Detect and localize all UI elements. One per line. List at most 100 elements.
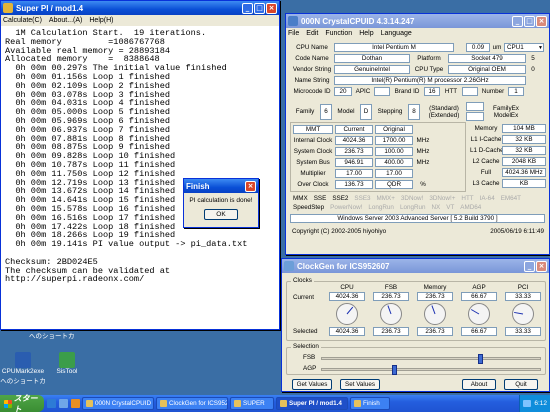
minimize-button[interactable]: _ bbox=[242, 2, 253, 14]
finish-title: Finish bbox=[186, 181, 210, 191]
cache-row: Full 4024.36 MHz bbox=[470, 168, 546, 177]
menu-language[interactable]: Language bbox=[381, 30, 412, 37]
get-values-button[interactable]: Get Values bbox=[292, 379, 332, 390]
feature-flag-on: SSE bbox=[313, 195, 327, 202]
ok-button[interactable]: OK bbox=[204, 209, 238, 220]
crystalcpuid-titlebar[interactable]: 000N CrystalCPUID 4.3.14.247 _ □ × bbox=[286, 14, 549, 28]
menu-help[interactable]: Help bbox=[359, 30, 373, 37]
clock-column-agp: AGP 66.67 66.67 bbox=[459, 284, 499, 340]
clock-row-label: System Bus bbox=[296, 159, 330, 166]
clock-row-original: 17.00 bbox=[375, 169, 413, 178]
feature-flag-off: IA-64 bbox=[479, 195, 495, 202]
process-value: 0.09 bbox=[466, 43, 490, 52]
cpu-name-label: CPU Name bbox=[296, 44, 328, 51]
taskbar-button[interactable]: ClockGen for ICS952... bbox=[156, 397, 228, 410]
clock-row-unit: MHz bbox=[416, 159, 430, 166]
start-button[interactable]: スタート bbox=[0, 394, 44, 412]
minimize-button[interactable]: _ bbox=[512, 15, 523, 27]
cache-row-label: Full bbox=[480, 169, 492, 176]
taskbar-app-icon bbox=[280, 400, 287, 407]
cache-row-label: L3 Cache bbox=[472, 180, 500, 187]
menu-help[interactable]: Help(H) bbox=[89, 17, 113, 24]
clock-selected-value: 66.67 bbox=[461, 327, 497, 336]
clock-current-value: 4024.36 bbox=[329, 292, 365, 301]
finish-titlebar[interactable]: Finish × bbox=[184, 179, 258, 193]
quicklaunch-media-icon[interactable] bbox=[71, 399, 80, 408]
windows-logo-icon bbox=[4, 399, 12, 408]
selected-row-label: Selected bbox=[293, 328, 318, 335]
clock-row-label: Over Clock bbox=[297, 181, 329, 188]
menu-edit[interactable]: Edit bbox=[306, 30, 318, 37]
crystalcpuid-window: 000N CrystalCPUID 4.3.14.247 _ □ × File … bbox=[285, 13, 550, 255]
system-tray: 6:12 bbox=[519, 395, 550, 412]
clockgen-titlebar[interactable]: ClockGen for ICS952607 _ × bbox=[282, 259, 549, 273]
fsb-slider[interactable] bbox=[321, 354, 541, 364]
clock-dial-icon bbox=[336, 303, 358, 325]
cache-row-value: 104 MB bbox=[502, 124, 546, 133]
taskbar-button[interactable]: Super PI / mod1.4 bbox=[276, 397, 348, 410]
quit-button[interactable]: Quit bbox=[504, 379, 538, 390]
selection-group: Selection FSB AGP bbox=[286, 343, 546, 375]
taskbar-button[interactable]: Finish bbox=[350, 397, 390, 410]
microcode-value: 20 bbox=[334, 87, 352, 96]
taskbar-button[interactable]: SUPER bbox=[230, 397, 274, 410]
cache-row-label: L1 I-Cache bbox=[470, 136, 502, 143]
maximize-button[interactable]: □ bbox=[524, 15, 535, 27]
cpumark-icon bbox=[15, 352, 31, 368]
cache-row: Memory 104 MB bbox=[470, 124, 546, 133]
crystalcpuid-menubar: File Edit Function Help Language bbox=[286, 28, 549, 39]
cache-row-value: 32 KB bbox=[502, 135, 546, 144]
finish-close-button[interactable]: × bbox=[245, 180, 256, 192]
superpi-titlebar[interactable]: Super PI / mod1.4 _ □ × bbox=[1, 1, 279, 15]
clock-dial-icon bbox=[512, 303, 534, 325]
agp-slider-label: AGP bbox=[303, 365, 317, 372]
clock-row: Multiplier 17.00 17.00 bbox=[293, 169, 433, 178]
quicklaunch-desktop-icon[interactable] bbox=[59, 399, 68, 408]
fsb-slider-thumb[interactable] bbox=[478, 354, 483, 364]
taskbar-button[interactable]: 000N CrystalCPUID ... bbox=[82, 397, 154, 410]
desktop-icon-cpumark[interactable]: CPUMark2exe へのショートカ bbox=[0, 352, 46, 385]
set-values-button[interactable]: Set Values bbox=[340, 379, 380, 390]
feature-flag-off: LongRun bbox=[368, 204, 394, 211]
desktop-icon-shortcut-top[interactable]: へのショートカ bbox=[29, 330, 75, 340]
feature-flag-off: MMX+ bbox=[376, 195, 395, 202]
agp-slider-thumb[interactable] bbox=[392, 365, 397, 375]
clockgen-title: ClockGen for ICS952607 bbox=[297, 261, 390, 271]
cache-row-label: L2 Cache bbox=[472, 158, 500, 165]
close-button[interactable]: × bbox=[536, 15, 547, 27]
clock-row-current: 136.73 bbox=[335, 180, 373, 189]
desktop-icon-sistool[interactable]: SisTool bbox=[44, 352, 90, 375]
minimize-button[interactable]: _ bbox=[524, 260, 535, 272]
close-button[interactable]: × bbox=[266, 2, 277, 14]
about-button[interactable]: About bbox=[462, 379, 496, 390]
agp-slider[interactable] bbox=[321, 365, 541, 375]
superpi-title: Super PI / mod1.4 bbox=[16, 3, 84, 13]
feature-flag-on: MMX bbox=[293, 195, 308, 202]
clock-row-current: 4024.36 bbox=[335, 136, 373, 145]
standard-field bbox=[466, 102, 484, 111]
dial-needle bbox=[387, 305, 392, 315]
menu-calculate[interactable]: Calculate(C) bbox=[3, 17, 42, 24]
menu-file[interactable]: File bbox=[288, 30, 299, 37]
platform-label: Platform bbox=[417, 55, 441, 62]
menu-function[interactable]: Function bbox=[325, 30, 352, 37]
clock-row-current: 17.00 bbox=[335, 169, 373, 178]
cpu-type-number: 0 bbox=[531, 66, 535, 73]
number-value: 1 bbox=[508, 87, 524, 96]
current-header: Current bbox=[335, 125, 373, 134]
clock-column-cpu: CPU 4024.36 4024.36 bbox=[327, 284, 367, 340]
quicklaunch-ie-icon[interactable] bbox=[47, 399, 56, 408]
model-ex-label: ModelEx bbox=[493, 111, 519, 119]
tray-network-icon[interactable] bbox=[523, 400, 532, 407]
clock-column-memory: Memory 236.73 236.73 bbox=[415, 284, 455, 340]
chevron-down-icon: ▼ bbox=[538, 44, 543, 51]
standard-label: (Standard) bbox=[429, 104, 459, 112]
htt-label: HTT bbox=[444, 88, 458, 95]
menu-about[interactable]: About...(A) bbox=[49, 17, 82, 24]
maximize-button[interactable]: □ bbox=[254, 2, 265, 14]
feature-flag-off: NX bbox=[431, 204, 441, 211]
vendor-label: Vendor String bbox=[292, 66, 332, 73]
clock-column-pci: PCI 33.33 33.33 bbox=[503, 284, 543, 340]
close-button[interactable]: × bbox=[536, 260, 547, 272]
cpu-select-dropdown[interactable]: CPU1 ▼ bbox=[504, 43, 544, 52]
